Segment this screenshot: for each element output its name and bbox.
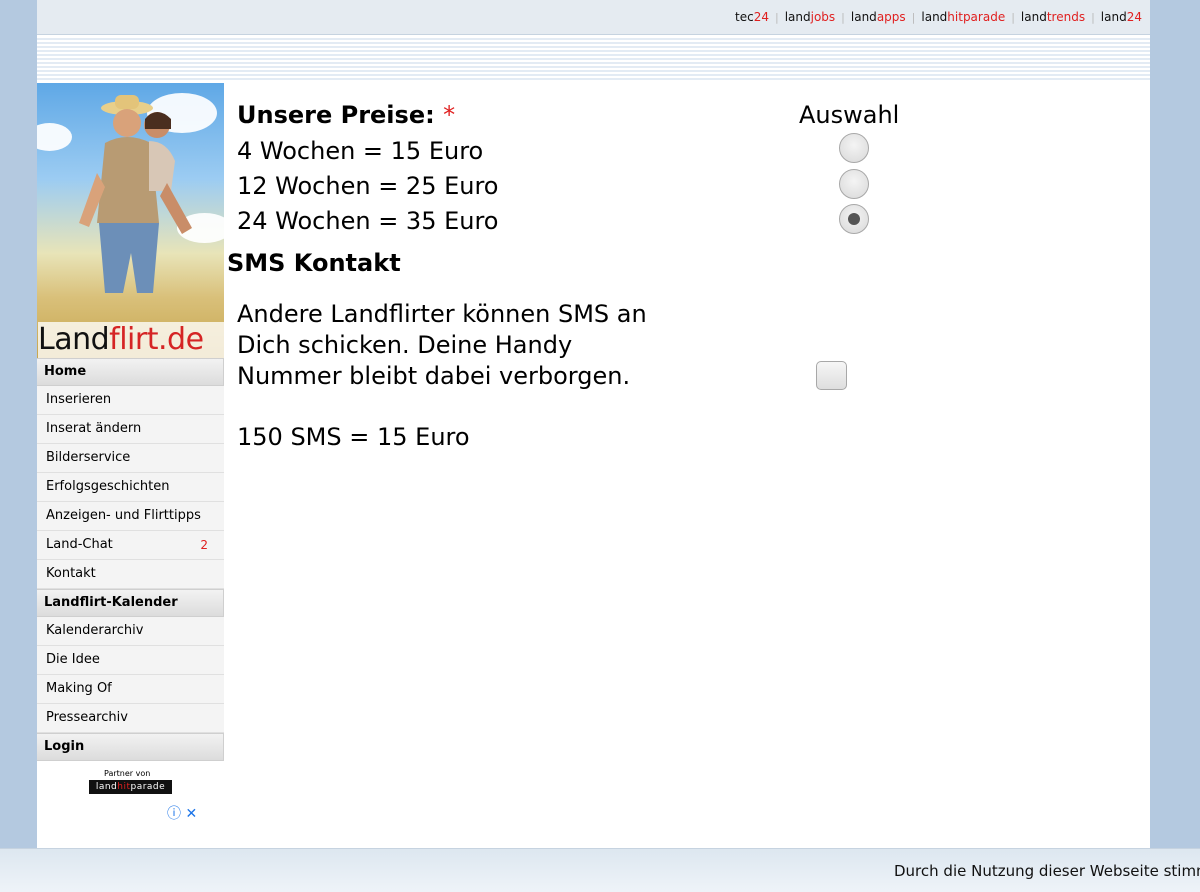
header-stripe xyxy=(37,36,1150,82)
link-separator: | xyxy=(774,11,779,24)
link-landtrends[interactable]: landtrends xyxy=(1021,10,1085,24)
link-landjobs[interactable]: landjobs xyxy=(785,10,835,24)
price-option-label: 12 Wochen = 25 Euro xyxy=(237,172,499,200)
nav-item-login[interactable]: Login xyxy=(37,733,224,761)
ad-choices: ⓘ ✕ xyxy=(167,803,197,823)
prices-heading: Unsere Preise: * xyxy=(237,101,456,129)
sidebar: Landflirt.de Home Inserieren Inserat änd… xyxy=(37,83,224,848)
site-logo[interactable]: Landflirt.de xyxy=(38,322,224,358)
price-option-label: 4 Wochen = 15 Euro xyxy=(237,137,484,165)
nav-item-kontakt[interactable]: Kontakt xyxy=(37,560,224,589)
radio-24-wochen[interactable] xyxy=(839,204,869,234)
sms-checkbox[interactable] xyxy=(816,361,847,390)
nav-item-inserieren[interactable]: Inserieren xyxy=(37,386,224,415)
nav-item-label: Land-Chat xyxy=(46,537,113,552)
link-landhitparade[interactable]: landhitparade xyxy=(921,10,1005,24)
partner-label: Partner von xyxy=(104,769,151,778)
nav-item-inserat-aendern[interactable]: Inserat ändern xyxy=(37,415,224,444)
link-separator: | xyxy=(1091,11,1095,24)
required-mark: * xyxy=(443,101,456,129)
nav-item-erfolgsgeschichten[interactable]: Erfolgsgeschichten xyxy=(37,473,224,502)
nav-item-die-idee[interactable]: Die Idee xyxy=(37,646,224,675)
partner-area: Partner von landhitparade ⓘ ✕ xyxy=(37,761,224,841)
network-links: tec24 | landjobs | landapps | landhitparade | la… xyxy=(735,10,1142,24)
cookie-text: Durch die Nutzung dieser Webseite stimm xyxy=(894,862,1200,880)
sms-price: 150 SMS = 15 Euro xyxy=(237,423,470,451)
partner-logo-landhitparade[interactable]: landhitparade xyxy=(89,780,172,794)
close-icon[interactable]: ✕ xyxy=(185,806,197,822)
link-landapps[interactable]: landapps xyxy=(851,10,906,24)
top-bar: tec24 | landjobs | landapps | landhitparade | la… xyxy=(37,0,1150,35)
link-land24[interactable]: land24 xyxy=(1101,10,1142,24)
nav-section-kalender[interactable]: Landflirt-Kalender xyxy=(37,589,224,617)
nav-item-kalenderarchiv[interactable]: Kalenderarchiv xyxy=(37,617,224,646)
nav-item-pressearchiv[interactable]: Pressearchiv xyxy=(37,704,224,733)
link-separator: | xyxy=(1011,11,1015,24)
nav-item-home[interactable]: Home xyxy=(37,358,224,386)
link-tec24[interactable]: tec24 xyxy=(735,10,769,24)
sms-description: Andere Landflirter können SMS an Dich sc… xyxy=(237,300,647,390)
selection-label: Auswahl xyxy=(799,101,900,129)
main-content: Unsere Preise: * Auswahl 4 Wochen = 15 E… xyxy=(224,83,1150,848)
sms-heading: SMS Kontakt xyxy=(227,249,401,277)
link-separator: | xyxy=(911,11,916,24)
header-banner-image[interactable]: Landflirt.de xyxy=(37,83,224,358)
nav-item-tipps[interactable]: Anzeigen- und Flirttipps xyxy=(37,502,224,531)
nav-item-bilderservice[interactable]: Bilderservice xyxy=(37,444,224,473)
page: tec24 | landjobs | landapps | landhitparade | la… xyxy=(37,0,1150,848)
info-icon[interactable]: ⓘ xyxy=(167,806,181,822)
nav-item-land-chat[interactable]: Land-Chat 2 xyxy=(37,531,224,560)
radio-4-wochen[interactable] xyxy=(839,133,869,163)
nav-item-making-of[interactable]: Making Of xyxy=(37,675,224,704)
link-separator: | xyxy=(841,11,845,24)
chat-count-badge: 2 xyxy=(200,538,208,552)
radio-12-wochen[interactable] xyxy=(839,169,869,199)
couple-photo-illustration xyxy=(79,95,192,293)
cookie-bar: Durch die Nutzung dieser Webseite stimm xyxy=(0,848,1200,892)
price-option-label: 24 Wochen = 35 Euro xyxy=(237,207,499,235)
